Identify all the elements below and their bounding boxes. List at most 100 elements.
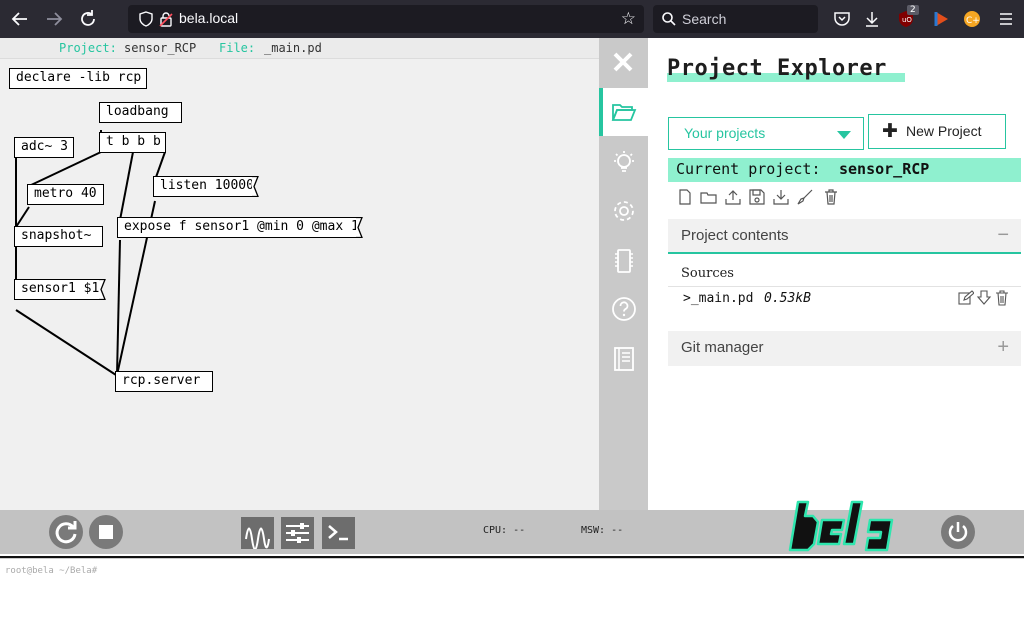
pd-object-metro[interactable]: metro 40 <box>27 184 104 205</box>
file-size: 0.53kB <box>764 291 811 306</box>
listen-message-text: listen 10000 <box>160 178 254 193</box>
waveform-icon <box>245 527 270 551</box>
msw-status: MSW: -- <box>581 525 624 536</box>
message-flag-shape <box>356 217 363 238</box>
project-contents-title: Project contents <box>681 227 789 244</box>
sliders-icon <box>286 523 309 543</box>
pd-object-rcp-server[interactable]: rcp.server <box>115 371 213 392</box>
power-icon <box>948 522 968 542</box>
gear-icon <box>614 201 634 221</box>
panel-title: Project Explorer <box>667 56 887 81</box>
address-bar[interactable]: bela.local ☆ <box>128 5 644 33</box>
editor-header: Project: sensor_RCP File: _main.pd <box>0 38 599 59</box>
project-contents-header[interactable]: Project contents − <box>668 219 1021 254</box>
git-manager-header[interactable]: Git manager + <box>668 331 1021 366</box>
help-icon <box>612 297 636 321</box>
stop-button[interactable] <box>89 515 123 549</box>
tab-help[interactable] <box>599 284 648 332</box>
terminal-icon <box>328 525 348 541</box>
pd-object-loadbang[interactable]: loadbang <box>99 102 182 123</box>
current-project-name: sensor_RCP <box>839 160 930 178</box>
hamburger-menu-icon[interactable] <box>996 9 1016 29</box>
gui-controls-button[interactable] <box>281 517 314 549</box>
pd-object-snapshot[interactable]: snapshot~ <box>14 226 103 247</box>
project-value: sensor_RCP <box>124 41 197 55</box>
git-manager-title: Git manager <box>681 339 764 356</box>
shutdown-button[interactable] <box>941 515 975 549</box>
insecure-lock-icon[interactable] <box>158 11 174 27</box>
ublock-icon[interactable]: uO 2 <box>896 5 920 29</box>
project-key: Project: <box>59 41 117 55</box>
open-folder-icon[interactable] <box>700 188 718 206</box>
file-value: _main.pd <box>264 41 322 55</box>
back-icon[interactable] <box>9 8 31 30</box>
new-file-icon[interactable] <box>676 188 694 206</box>
pd-message-sensor[interactable]: sensor1 $1 <box>14 279 106 300</box>
sources-label: Sources <box>681 266 734 281</box>
upload-icon[interactable] <box>724 188 742 206</box>
new-project-label: New Project <box>906 123 982 139</box>
trash-icon[interactable] <box>822 188 840 206</box>
extension-flag-icon[interactable] <box>932 9 952 29</box>
reload-run-icon <box>55 521 77 544</box>
svg-text:uO: uO <box>902 16 912 24</box>
url-text: bela.local <box>179 10 239 26</box>
reload-icon[interactable] <box>77 8 99 30</box>
lightbulb-icon <box>614 151 634 172</box>
tab-settings[interactable] <box>599 186 648 234</box>
plus-icon: ✚ <box>882 120 898 142</box>
delete-file-icon[interactable] <box>994 290 1010 306</box>
console-prompt: root@bela ~/Bela# <box>5 566 98 576</box>
bottom-toolbar: CPU: -- MSW: -- <box>0 500 1024 554</box>
ublock-count-badge: 2 <box>907 5 919 15</box>
project-select-value: Your projects <box>684 125 766 141</box>
patch-canvas[interactable]: declare -lib rcp loadbang t b b b adc~ 3… <box>0 60 599 510</box>
folder-open-icon <box>611 104 637 121</box>
clean-brush-icon[interactable] <box>796 188 814 206</box>
oscilloscope-button[interactable] <box>241 517 274 551</box>
download-icon[interactable] <box>772 188 790 206</box>
tab-examples[interactable] <box>599 138 648 186</box>
project-explorer-panel: Project Explorer Your projects ✚ New Pro… <box>648 38 1024 510</box>
close-panel-button[interactable] <box>599 38 648 86</box>
tracking-shield-icon[interactable] <box>138 11 154 27</box>
search-icon <box>662 12 676 26</box>
forward-icon[interactable] <box>43 8 65 30</box>
search-input[interactable]: Search <box>653 5 818 33</box>
collapse-icon[interactable]: − <box>997 224 1009 247</box>
terminal-button[interactable] <box>322 517 355 549</box>
pd-object-declare[interactable]: declare -lib rcp <box>9 68 147 89</box>
chevron-down-icon <box>837 131 851 139</box>
new-project-button[interactable]: ✚ New Project <box>868 114 1006 149</box>
current-project-bar: Current project: sensor_RCP <box>668 158 1021 182</box>
pd-message-expose[interactable]: expose f sensor1 @min 0 @max 1 <box>117 217 363 238</box>
downloads-icon[interactable] <box>862 9 882 29</box>
file-key: File: <box>219 41 256 55</box>
sensor-message-text: sensor1 $1 <box>21 281 100 296</box>
expand-icon[interactable]: + <box>997 336 1009 359</box>
search-placeholder: Search <box>682 11 727 27</box>
file-name[interactable]: >_main.pd <box>683 291 753 306</box>
bela-logo <box>788 500 894 552</box>
save-icon[interactable] <box>748 188 766 206</box>
extension-cookie-icon[interactable]: C+ <box>962 9 982 29</box>
bookmark-star-icon[interactable]: ☆ <box>621 9 636 29</box>
patch-editor[interactable]: Project: sensor_RCP File: _main.pd decla… <box>0 38 599 510</box>
message-flag-shape <box>99 279 106 300</box>
pd-object-adc[interactable]: adc~ 3 <box>14 137 74 158</box>
build-run-button[interactable] <box>49 515 83 549</box>
console-panel[interactable]: root@bela ~/Bela# <box>0 558 1024 620</box>
download-file-icon[interactable] <box>976 290 992 306</box>
rename-icon[interactable] <box>958 290 974 306</box>
close-icon <box>613 52 633 72</box>
stop-icon <box>99 525 113 539</box>
cpu-status: CPU: -- <box>483 525 526 536</box>
tab-documentation[interactable] <box>599 334 648 382</box>
project-select[interactable]: Your projects <box>668 117 864 150</box>
tab-project-explorer[interactable] <box>599 88 648 136</box>
pd-message-listen[interactable]: listen 10000 <box>153 176 259 197</box>
pd-object-trigger[interactable]: t b b b <box>99 132 166 153</box>
tab-pin-guide[interactable] <box>599 236 648 284</box>
file-row[interactable]: >_main.pd 0.53kB <box>668 286 1021 310</box>
pocket-icon[interactable] <box>832 9 852 29</box>
